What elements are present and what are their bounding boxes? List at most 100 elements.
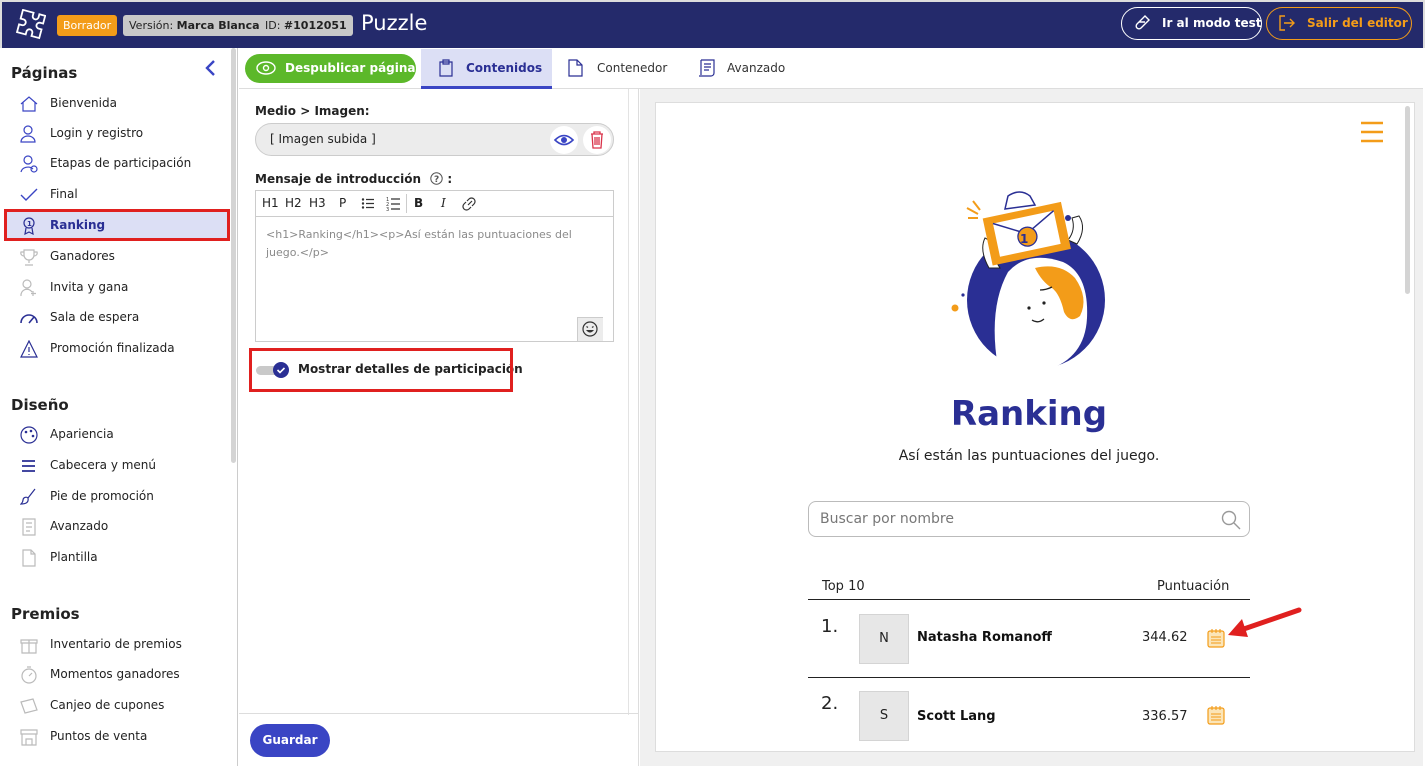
sidebar-item-label: Sala de espera (50, 310, 140, 324)
sidebar-item-label: Avanzado (50, 519, 109, 533)
sidebar-item-momentos[interactable]: Momentos ganadores (6, 660, 230, 688)
flask-icon (1135, 15, 1150, 30)
unpublish-icon (256, 61, 276, 75)
sidebar-item-label: Login y registro (50, 126, 144, 140)
h2-button[interactable]: H2 (285, 196, 302, 210)
player-score: 336.57 (1142, 709, 1188, 724)
player-score: 344.62 (1142, 630, 1188, 645)
avatar: S (859, 691, 909, 741)
sidebar-item-label: Etapas de participación (50, 156, 192, 170)
italic-button[interactable]: I (441, 196, 446, 210)
menu-icon (22, 460, 35, 472)
h3-button[interactable]: H3 (309, 196, 326, 210)
link-icon[interactable] (461, 196, 477, 212)
preview-title: Ranking (950, 394, 1108, 434)
emoji-icon (582, 321, 598, 337)
exit-icon (1279, 15, 1295, 31)
code-doc-icon (22, 518, 36, 536)
sidebar-item-puntos-venta[interactable]: Puntos de venta (6, 722, 230, 750)
numbered-list-icon[interactable]: 123 (386, 196, 400, 211)
help-icon[interactable]: ? (430, 172, 443, 185)
emoji-button[interactable] (577, 317, 603, 341)
sidebar-item-promocion-finalizada[interactable]: Promoción finalizada (6, 334, 230, 362)
pages-section-title: Páginas (11, 64, 78, 82)
player-name: Scott Lang (917, 709, 996, 724)
home-icon (20, 96, 38, 112)
code-doc-icon (699, 59, 715, 77)
tab-contenedor[interactable]: Contenedor (568, 49, 667, 89)
intro-label-colon: : (447, 172, 453, 186)
sidebar-item-etapas[interactable]: Etapas de participación (6, 149, 230, 177)
participation-details-icon[interactable] (1207, 705, 1225, 725)
h1-button[interactable]: H1 (262, 196, 279, 210)
preview-image-button[interactable] (550, 126, 578, 154)
sidebar-scrollbar[interactable] (231, 48, 236, 463)
hamburger-menu-icon[interactable] (1361, 120, 1383, 144)
sidebar-item-invita[interactable]: Invita y gana (6, 273, 230, 301)
page-title: Puzzle (361, 11, 428, 35)
unpublish-page-button[interactable]: Despublicar página (245, 54, 416, 83)
palette-icon (20, 426, 38, 444)
search-icon[interactable] (1221, 510, 1241, 530)
preview-scrollbar[interactable] (1405, 106, 1410, 294)
document-icon (22, 549, 36, 567)
id-badge: ID: #1012051 (259, 15, 353, 36)
delete-image-button[interactable] (583, 126, 611, 154)
test-mode-label: Ir al modo test (1162, 16, 1262, 30)
bullet-list-icon[interactable] (361, 197, 374, 210)
tab-avanzado[interactable]: Avanzado (698, 49, 785, 89)
sidebar-item-canjeo[interactable]: Canjeo de cupones (6, 691, 230, 719)
sidebar-item-pie[interactable]: Pie de promoción (6, 482, 230, 510)
prizes-section-title: Premios (11, 605, 80, 623)
participation-details-icon[interactable] (1207, 628, 1225, 648)
sidebar-item-label: Final (50, 187, 78, 201)
sidebar-item-ganadores[interactable]: Ganadores (6, 242, 230, 270)
user-login-icon (20, 125, 36, 143)
rich-text-editor[interactable]: H1 H2 H3 P 123 B I <h1>Ranking</h1><p>As… (255, 190, 614, 342)
search-input[interactable]: Buscar por nombre (808, 501, 1250, 537)
sidebar-item-bienvenida[interactable]: Bienvenida (6, 89, 230, 117)
tab-label: Contenedor (597, 61, 668, 75)
rte-toolbar: H1 H2 H3 P 123 B I (256, 191, 613, 217)
invite-icon (20, 279, 36, 297)
sidebar-item-avanzado[interactable]: Avanzado (6, 512, 230, 540)
sidebar-item-login[interactable]: Login y registro (6, 119, 230, 147)
editor-app: Borrador Versión: Marca Blanca ID: #1012… (0, 0, 1425, 766)
editor-tab-bar (239, 48, 1423, 89)
tab-contenidos[interactable]: Contenidos (421, 49, 552, 89)
puzzle-logo-icon[interactable] (12, 9, 46, 43)
ranking-highlight-box (4, 209, 230, 241)
sidebar-item-label: Promoción finalizada (50, 341, 175, 355)
sidebar-item-label: Cabecera y menú (50, 458, 157, 472)
exit-editor-button[interactable]: Salir del editor (1266, 7, 1412, 40)
collapse-sidebar-icon[interactable] (204, 58, 218, 82)
sidebar-item-final[interactable]: Final (6, 180, 230, 208)
column-header-score: Puntuación (1157, 579, 1230, 594)
design-section-title: Diseño (11, 396, 69, 414)
clipboard-icon (439, 59, 453, 77)
toggle-highlight-box (249, 348, 513, 392)
toolbar-divider (406, 194, 407, 213)
test-mode-button[interactable]: Ir al modo test (1121, 7, 1262, 40)
sidebar: Páginas Bienvenida Login y registro Etap… (2, 48, 238, 766)
sidebar-item-inventario[interactable]: Inventario de premios (6, 630, 230, 658)
sidebar-item-label: Plantilla (50, 550, 98, 564)
sidebar-item-label: Momentos ganadores (50, 667, 180, 681)
avatar: N (859, 614, 909, 664)
sidebar-item-apariencia[interactable]: Apariencia (6, 420, 230, 448)
id-label: ID: (265, 19, 281, 32)
intro-message-content[interactable]: <h1>Ranking</h1><p>Así están las puntuac… (266, 226, 606, 262)
annotation-arrow-icon (1228, 607, 1302, 637)
svg-text:3: 3 (386, 207, 389, 211)
store-icon (20, 729, 38, 746)
paragraph-button[interactable]: P (339, 196, 346, 210)
save-button[interactable]: Guardar (250, 724, 330, 757)
sidebar-item-sala-espera[interactable]: Sala de espera (6, 303, 230, 331)
bold-button[interactable]: B (414, 196, 423, 210)
sidebar-item-plantilla[interactable]: Plantilla (6, 543, 230, 571)
row-rank: 1. (821, 616, 839, 637)
user-steps-icon (20, 155, 38, 173)
sidebar-item-label: Inventario de premios (50, 637, 182, 651)
tab-label: Contenidos (466, 61, 543, 75)
sidebar-item-cabecera[interactable]: Cabecera y menú (6, 451, 230, 479)
